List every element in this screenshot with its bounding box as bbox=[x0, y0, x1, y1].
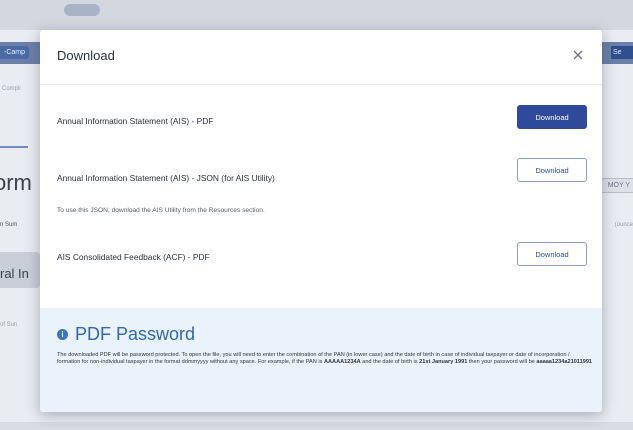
background-right-note: (ounce bbox=[614, 222, 633, 228]
download-modal: Download Annual Information Statement (A… bbox=[40, 30, 602, 412]
background-heading: orm bbox=[0, 170, 32, 195]
background-subtitle: n Sum bbox=[0, 222, 18, 228]
ais-pdf-label: Annual Information Statement (AIS) - PDF bbox=[57, 116, 214, 126]
example-password: aaaaa1234a21011991 bbox=[536, 359, 593, 365]
example-pan: AAAAA1234A bbox=[323, 359, 361, 365]
modal-title: Download bbox=[57, 48, 115, 63]
background-breadcrumb: Compli bbox=[2, 86, 21, 92]
ais-pdf-download-button[interactable]: Download bbox=[517, 105, 587, 129]
ais-json-label: Annual Information Statement (AIS) - JSO… bbox=[57, 173, 275, 183]
acf-pdf-label: AIS Consolidated Feedback (ACF) - PDF bbox=[57, 252, 210, 262]
page: -Camp Se Compli orm n Sum ral In of Sun … bbox=[0, 0, 633, 430]
password-text-mid: and the date of birth is bbox=[360, 359, 420, 365]
pdf-password-text: The downloaded PDF will be password prot… bbox=[57, 352, 593, 366]
background-right-select: MOY Y bbox=[600, 178, 633, 193]
background-section-sub: of Sun bbox=[0, 322, 18, 328]
pdf-password-title: PDF Password bbox=[75, 324, 196, 344]
background-left-tab: -Camp bbox=[0, 46, 30, 59]
acf-pdf-download-button[interactable]: Download bbox=[517, 242, 587, 266]
close-icon[interactable] bbox=[568, 45, 588, 65]
background-tab-underline bbox=[0, 146, 28, 148]
password-text-end: then your password will be bbox=[467, 359, 537, 365]
background-bottom-strip bbox=[0, 422, 633, 430]
info-icon: i bbox=[57, 329, 68, 340]
example-dob: 21st January 1991 bbox=[419, 359, 468, 365]
background-right-tab: Se bbox=[611, 46, 633, 59]
ais-json-download-button[interactable]: Download bbox=[517, 158, 587, 182]
background-section-title: ral In bbox=[0, 266, 29, 281]
ais-json-note: To use this JSON, download the AIS Utili… bbox=[57, 207, 265, 214]
modal-header: Download bbox=[40, 30, 602, 85]
background-logo bbox=[64, 4, 100, 16]
close-icon-graphic bbox=[573, 50, 583, 60]
